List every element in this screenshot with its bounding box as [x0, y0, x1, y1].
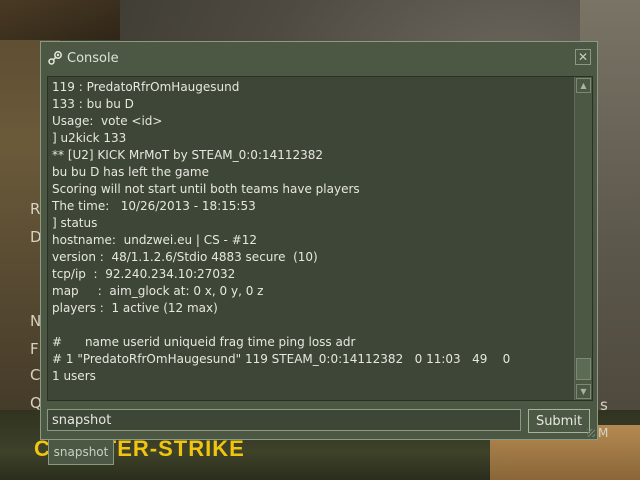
autocomplete-suggestion[interactable]: snapshot: [48, 439, 114, 465]
close-button[interactable]: ✕: [575, 49, 591, 65]
console-output[interactable]: 119 : PredatoRfrOmHaugesund 133 : bu bu …: [47, 76, 593, 401]
output-line: # name userid uniqueid frag time ping lo…: [52, 335, 356, 349]
vertical-scrollbar[interactable]: ▲ ▼: [574, 77, 592, 400]
output-line: 133 : bu bu D: [52, 97, 134, 111]
background-roof: [0, 0, 120, 40]
output-line: hostname: undzwei.eu | CS - #12: [52, 233, 258, 247]
output-line: ** [U2] KICK MrMoT by STEAM_0:0:14112382: [52, 148, 324, 162]
output-line: The time: 10/26/2013 - 18:15:53: [52, 199, 256, 213]
menu-letter: M: [598, 426, 609, 440]
resize-grip-icon[interactable]: [587, 429, 595, 437]
submit-button[interactable]: Submit: [528, 409, 590, 433]
scroll-up-icon[interactable]: ▲: [576, 78, 591, 93]
output-line: # 1 "PredatoRfrOmHaugesund" 119 STEAM_0:…: [52, 352, 511, 366]
close-icon: ✕: [577, 50, 589, 64]
menu-letter: R: [30, 200, 41, 218]
console-window: Console ✕ 119 : PredatoRfrOmHaugesund 13…: [40, 41, 598, 440]
menu-letter: C: [30, 366, 41, 384]
output-line: players : 1 active (12 max): [52, 301, 218, 315]
output-line: ] u2kick 133: [52, 131, 127, 145]
output-line: map : aim_glock at: 0 x, 0 y, 0 z: [52, 284, 264, 298]
output-line: Scoring will not start until both teams …: [52, 182, 360, 196]
output-line: bu bu D has left the game: [52, 165, 209, 179]
output-line: ] status: [52, 216, 98, 230]
output-line: 1 users: [52, 369, 96, 383]
steam-icon: [48, 51, 62, 65]
output-lines: 119 : PredatoRfrOmHaugesund 133 : bu bu …: [52, 79, 572, 385]
output-line: Usage: vote <id>: [52, 114, 163, 128]
scrollbar-thumb[interactable]: [576, 358, 591, 380]
title-bar[interactable]: Console ✕: [41, 42, 597, 74]
output-line: version : 48/1.1.2.6/Stdio 4883 secure (…: [52, 250, 318, 264]
scroll-down-icon[interactable]: ▼: [576, 384, 591, 399]
menu-letter: s: [600, 396, 608, 414]
menu-letter: F: [30, 340, 39, 358]
command-input[interactable]: [47, 409, 521, 431]
window-title: Console: [67, 51, 119, 66]
output-line: 119 : PredatoRfrOmHaugesund: [52, 80, 240, 94]
output-line: tcp/ip : 92.240.234.10:27032: [52, 267, 236, 281]
